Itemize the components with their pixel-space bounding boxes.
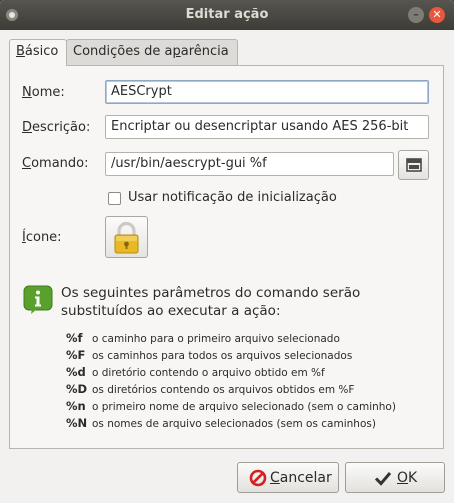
- cancel-icon: [249, 469, 267, 487]
- param-row: %n o primeiro nome de arquivo selecionado…: [66, 399, 396, 413]
- checkmark-icon: [374, 472, 392, 486]
- icon-label: Ícone:: [22, 230, 62, 245]
- cancel-button[interactable]: Cancelar: [237, 462, 339, 493]
- close-button[interactable]: ✕: [429, 7, 445, 23]
- param-row: %f o caminho para o primeiro arquivo sele…: [66, 331, 340, 345]
- folder-open-icon: [406, 158, 422, 172]
- name-label: Nome:: [22, 85, 65, 100]
- info-text: Os seguintes parâmetros do comando serão…: [61, 285, 361, 319]
- info-icon: [23, 285, 53, 314]
- minimize-icon: –: [413, 8, 419, 21]
- description-label: Descrição:: [22, 120, 91, 135]
- tab-basic[interactable]: Básico: [9, 39, 67, 66]
- edit-action-dialog: Editar ação – ✕ Básico Condições de apar…: [0, 0, 454, 503]
- param-row: %F os caminhos para todos os arquivos sel…: [66, 348, 353, 362]
- icon-select-button[interactable]: [105, 216, 148, 258]
- param-row: %D os diretórios contendo os arquivos obt…: [66, 382, 355, 396]
- browse-button[interactable]: [398, 150, 429, 180]
- close-icon: ✕: [432, 8, 442, 21]
- param-row: %N os nomes de arquivo selecionados (sem …: [66, 416, 376, 430]
- tab-appearance-conditions[interactable]: Condições de aparência: [66, 39, 238, 65]
- window-title: Editar ação: [185, 7, 269, 22]
- startup-notify-label[interactable]: Usar notificação de inicialização: [128, 190, 337, 205]
- param-row: %d o diretório contendo o arquivo obtido …: [66, 365, 325, 379]
- minimize-button[interactable]: –: [408, 7, 424, 23]
- command-label: Comando:: [22, 156, 89, 171]
- name-field[interactable]: AESCrypt: [105, 80, 429, 104]
- startup-notify-checkbox[interactable]: [108, 192, 121, 205]
- ok-button[interactable]: OK: [345, 462, 445, 493]
- padlock-icon: [114, 221, 139, 254]
- title-bar: Editar ação – ✕: [0, 0, 454, 30]
- description-field[interactable]: Encriptar ou desencriptar usando AES 256…: [105, 115, 429, 139]
- command-field[interactable]: /usr/bin/aescrypt-gui %f: [105, 152, 394, 176]
